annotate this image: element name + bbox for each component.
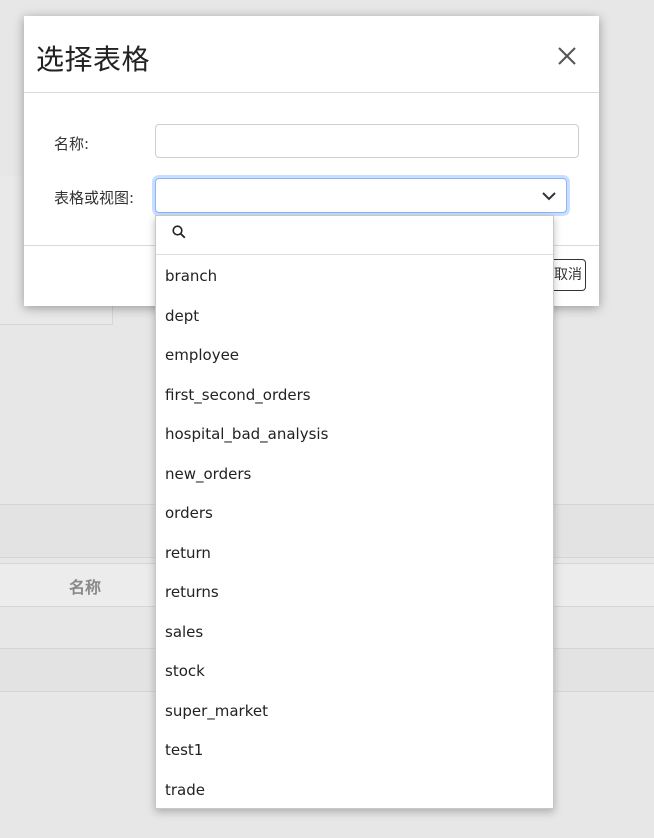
table-or-view-select[interactable]: [155, 178, 567, 213]
dropdown-option-list: branch dept employee first_second_orders…: [156, 257, 553, 810]
dropdown-option[interactable]: hospital_bad_analysis: [156, 415, 553, 455]
name-input[interactable]: [155, 124, 579, 158]
dropdown-option[interactable]: super_market: [156, 692, 553, 732]
table-dropdown: branch dept employee first_second_orders…: [155, 215, 554, 809]
dropdown-option[interactable]: test1: [156, 731, 553, 771]
close-button[interactable]: [555, 44, 579, 68]
dropdown-option[interactable]: orders: [156, 494, 553, 534]
dropdown-option[interactable]: returns: [156, 573, 553, 613]
dropdown-option[interactable]: employee: [156, 336, 553, 376]
dropdown-option[interactable]: dept: [156, 297, 553, 337]
dropdown-option[interactable]: first_second_orders: [156, 376, 553, 416]
dropdown-option[interactable]: trade: [156, 771, 553, 811]
close-icon: [558, 47, 576, 65]
dropdown-option[interactable]: new_orders: [156, 455, 553, 495]
search-icon: [172, 225, 186, 239]
dropdown-search-input[interactable]: [196, 222, 540, 248]
name-label: 名称:: [54, 135, 90, 153]
dropdown-option[interactable]: return: [156, 534, 553, 574]
chevron-down-icon: [542, 192, 556, 201]
header-divider: [24, 92, 599, 93]
table-or-view-label: 表格或视图:: [54, 189, 135, 207]
dropdown-option[interactable]: branch: [156, 257, 553, 297]
dropdown-option[interactable]: stock: [156, 652, 553, 692]
cancel-button[interactable]: 取消: [551, 259, 586, 291]
dropdown-option[interactable]: sales: [156, 613, 553, 653]
dropdown-search: [156, 216, 553, 255]
background-table-header-name: 名称: [69, 578, 102, 597]
dialog-title: 选择表格: [36, 43, 151, 76]
